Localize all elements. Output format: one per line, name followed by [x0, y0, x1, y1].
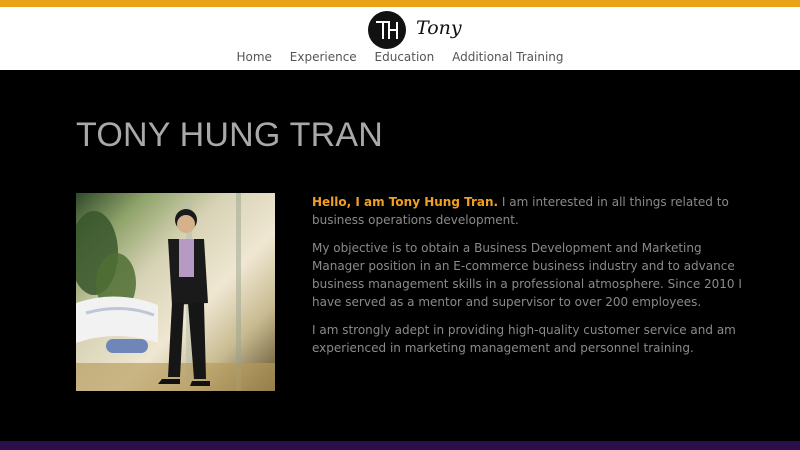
main-nav: Home Experience Education Additional Tra…	[0, 50, 800, 64]
bio-skills: I am strongly adept in providing high-qu…	[312, 323, 736, 355]
footer-bar	[0, 441, 800, 450]
bio-intro: Hello, I am Tony Hung Tran. I am interes…	[312, 193, 752, 229]
profile-photo	[76, 193, 275, 391]
bio-section: Hello, I am Tony Hung Tran. I am interes…	[312, 193, 752, 367]
bio-objective: My objective is to obtain a Business Dev…	[312, 241, 742, 309]
logo-monogram-icon	[368, 11, 406, 49]
page-title: TONY HUNG TRAN	[76, 116, 383, 154]
site-logo[interactable]: Tony	[368, 11, 468, 51]
logo-wordmark: Tony	[416, 17, 462, 39]
nav-item-experience[interactable]: Experience	[290, 50, 357, 64]
nav-item-additional-training[interactable]: Additional Training	[452, 50, 563, 64]
nav-item-home[interactable]: Home	[237, 50, 272, 64]
nav-item-education[interactable]: Education	[375, 50, 435, 64]
site-header: Tony Home Experience Education Additiona…	[0, 7, 800, 70]
top-accent-bar	[0, 0, 800, 7]
intro-highlight: Hello, I am Tony Hung Tran.	[312, 195, 499, 209]
